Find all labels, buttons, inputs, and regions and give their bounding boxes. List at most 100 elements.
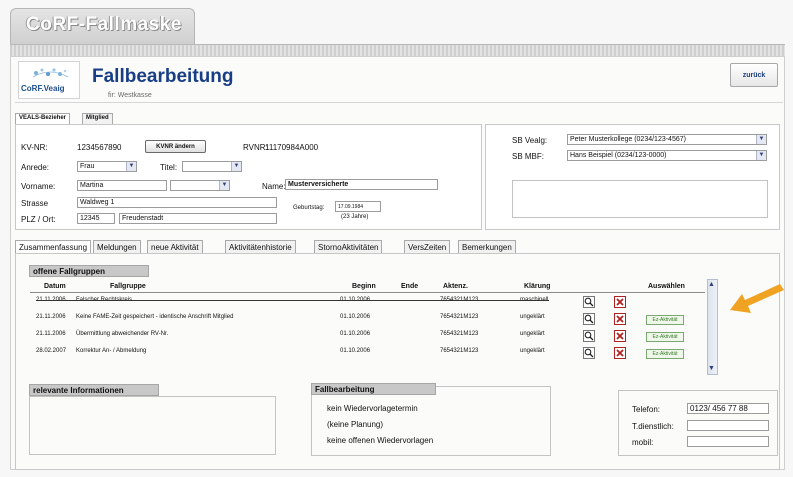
sb-vealg-select[interactable]: Peter Musterkollege (0234/123-4567) ▼ <box>567 134 767 145</box>
mobil-input[interactable] <box>687 436 769 447</box>
tab-verszeiten[interactable]: VersZeiten <box>404 240 451 253</box>
chevron-down-icon: ▼ <box>231 162 241 171</box>
fallbearbeitung-title: Fallbearbeitung <box>311 383 436 395</box>
back-button[interactable]: zurück <box>730 63 778 87</box>
table-row-fallgruppe: Übermittlung abweichender RV-Nr. <box>76 331 169 337</box>
relevante-box <box>29 396 276 455</box>
chevron-up-icon[interactable]: ▲ <box>708 281 715 288</box>
vorname-label: Vorname: <box>21 182 56 191</box>
table-row-datum: 28.02.2007 <box>36 348 67 354</box>
dienstlich-input[interactable] <box>687 420 769 431</box>
fallbearbeitung-line: kein Wiedervorlagetermin <box>327 404 418 413</box>
table-row-fallgruppe: Korrektur An- / Abmeldung <box>76 348 147 354</box>
sb-mbf-select[interactable]: Hans Beispiel (0234/123-0000) ▼ <box>567 150 767 161</box>
chevron-down-icon: ▼ <box>756 151 766 160</box>
delete-icon[interactable] <box>614 296 626 308</box>
logo-icon <box>32 68 69 78</box>
logo-text: CoRF.Veaig <box>21 84 65 93</box>
kvnr-change-button[interactable]: KVNR ändern <box>145 140 206 153</box>
arrow-icon <box>730 284 784 313</box>
table-row-datum: 21.11.2006 <box>36 331 66 337</box>
sb-notes-box[interactable] <box>512 180 768 218</box>
tab-zusammenfassung[interactable]: Zusammenfassung <box>15 240 92 253</box>
header-divider <box>15 102 783 103</box>
delete-icon[interactable] <box>614 313 626 325</box>
geburtstag-label: Geburtstag: <box>293 205 325 211</box>
page-subtitle: fir: Westkasse <box>108 92 152 99</box>
alter-label: (23 Jahre) <box>341 214 369 220</box>
name-label: Name: <box>262 182 286 191</box>
col-auswaehlen: Auswählen <box>648 283 685 290</box>
name-input[interactable]: Musterversicherte <box>285 179 438 190</box>
col-klaerung: Klärung <box>524 283 551 290</box>
col-ende: Ende <box>401 283 419 290</box>
table-row-beginn: 01.10.2006 <box>340 348 371 354</box>
activity-button[interactable]: Ez-Aktivität <box>646 349 684 359</box>
activity-button[interactable]: Ez-Aktivität <box>646 332 684 342</box>
table-row-aktenz: 7654321M123 <box>440 331 479 337</box>
rvnr-value: 11170984A000 <box>265 143 319 152</box>
mobil-label: mobil: <box>632 438 654 447</box>
table-row-beginn: 01.10.2006 <box>340 314 371 320</box>
kvnr-value: 1234567890 <box>77 143 122 152</box>
vorname-input[interactable]: Martina <box>77 180 167 191</box>
fallbearbeitung-line: keine offenen Wiedervorlagen <box>327 436 434 445</box>
anrede-value: Frau <box>80 163 95 170</box>
tab-bemerkungen[interactable]: Bemerkungen <box>458 240 516 253</box>
relevante-title: relevante Informationen <box>29 384 159 396</box>
subtab-veals-bezieher[interactable]: VEALS-Bezieher <box>15 113 71 124</box>
dienstlich-label: T.dienstlich: <box>632 422 674 431</box>
table-row-klaerung: ungeklärt <box>520 331 545 337</box>
table-scrollbar[interactable] <box>707 279 718 375</box>
chevron-down-icon[interactable]: ▼ <box>708 365 715 372</box>
table-header-line <box>30 292 705 293</box>
window-title: CoRF-Fallmaske <box>26 14 182 35</box>
table-row-aktenz: 7654321M123 <box>440 348 479 354</box>
geburtstag-value: 17.09.1984 <box>335 201 381 212</box>
magnifier-icon[interactable] <box>583 296 595 308</box>
table-row-aktenz: 7654321M123 <box>440 314 479 320</box>
name-prefix-select[interactable]: ▼ <box>170 180 230 191</box>
tab-meldungen[interactable]: Meldungen <box>93 240 141 253</box>
sb-mbf-value: Hans Beispiel (0234/123-0000) <box>570 152 667 159</box>
titel-label: Titel: <box>160 163 178 172</box>
activity-button[interactable]: Ez-Aktivität <box>646 315 684 325</box>
anrede-label: Anrede: <box>21 163 50 172</box>
delete-icon[interactable] <box>614 347 626 359</box>
sb-mbf-label: SB MBF: <box>512 152 545 161</box>
tab-neue-aktivitaet[interactable]: neue Aktivität <box>147 240 203 253</box>
sb-vealg-label: SB Vealg: <box>512 136 548 145</box>
titel-select[interactable]: ▼ <box>182 161 242 172</box>
col-beginn: Beginn <box>352 283 376 290</box>
row-strikethrough <box>36 300 549 301</box>
subtab-mitglied[interactable]: Mitglied <box>82 113 113 124</box>
sb-vealg-value: Peter Musterkollege (0234/123-4567) <box>570 136 686 143</box>
plz-input[interactable]: 12345 <box>77 213 115 224</box>
fallbearbeitung-line: (keine Planung) <box>327 420 384 429</box>
page-title: Fallbearbeitung <box>92 66 234 87</box>
table-row-beginn: 01.10.2006 <box>340 331 371 337</box>
delete-icon[interactable] <box>614 330 626 342</box>
kvnr-label: KV-NR: <box>21 143 48 152</box>
chevron-down-icon: ▼ <box>219 181 229 190</box>
table-row-klaerung: ungeklärt <box>520 348 545 354</box>
tab-stornoaktivitaeten[interactable]: StornoAktivitäten <box>314 240 383 253</box>
col-aktenz: Aktenz. <box>443 283 468 290</box>
magnifier-icon[interactable] <box>583 313 595 325</box>
table-row-datum: 21.11.2006 <box>36 314 66 320</box>
chevron-down-icon: ▼ <box>126 162 136 171</box>
col-datum: Datum <box>44 283 66 290</box>
magnifier-icon[interactable] <box>583 330 595 342</box>
table-row-klaerung: ungeklärt <box>520 314 545 320</box>
plz-ort-label: PLZ / Ort: <box>21 215 56 224</box>
magnifier-icon[interactable] <box>583 347 595 359</box>
anrede-select[interactable]: Frau ▼ <box>77 161 137 172</box>
col-fallgruppe: Fallgruppe <box>110 283 146 290</box>
tab-aktivitaetenhistorie[interactable]: Aktivitätenhistorie <box>225 240 296 253</box>
strasse-input[interactable]: Waldweg 1 <box>77 197 277 208</box>
fallgruppen-title: offene Fallgruppen <box>29 265 149 277</box>
chevron-down-icon: ▼ <box>756 135 766 144</box>
telefon-label: Telefon: <box>632 405 661 414</box>
telefon-input[interactable]: 0123/ 456 77 88 <box>687 403 769 414</box>
ort-input[interactable]: Freudenstadt <box>119 213 277 224</box>
